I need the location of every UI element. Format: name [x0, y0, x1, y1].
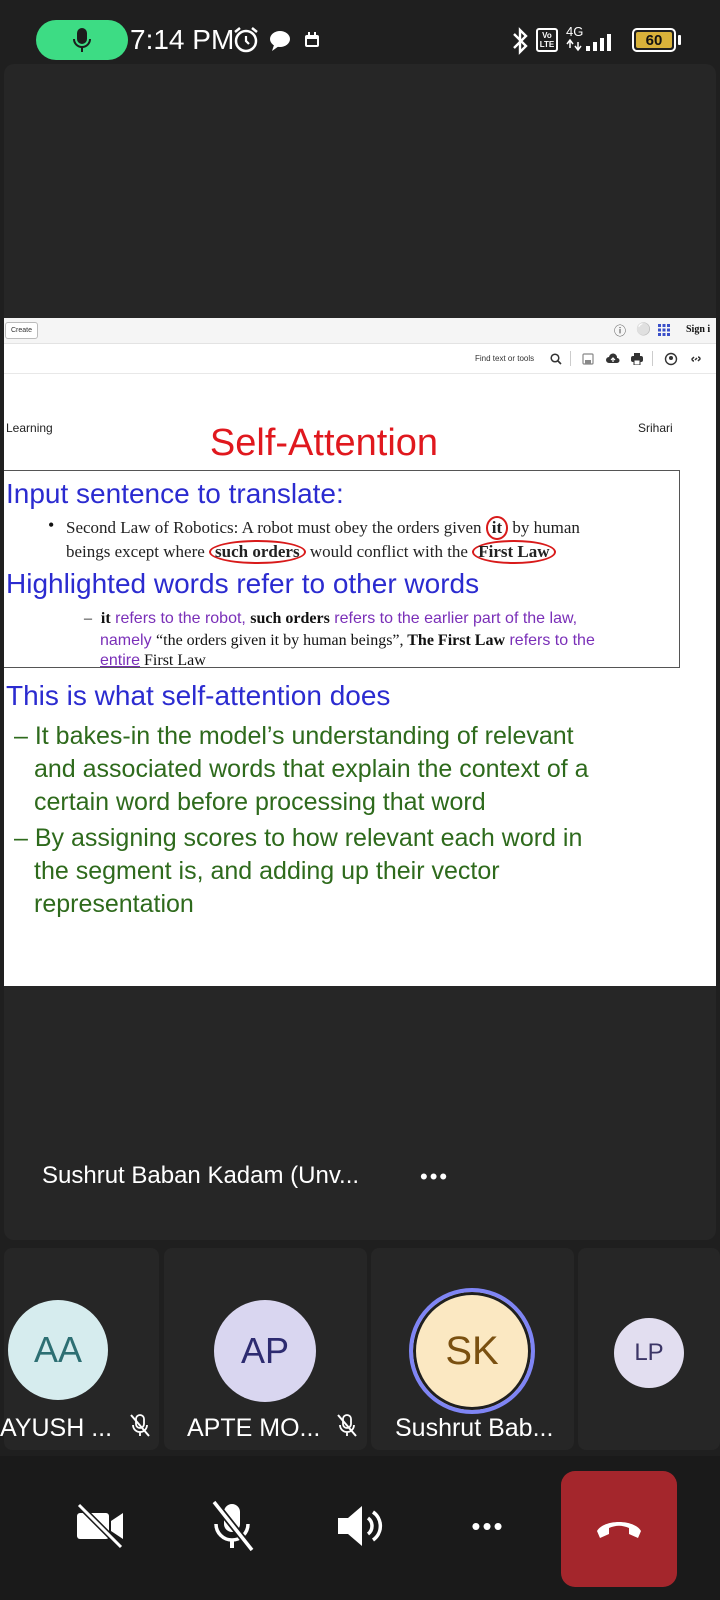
print-icon[interactable] — [630, 353, 644, 365]
toolbar-divider — [570, 351, 571, 366]
sub-line2: namely “the orders given it by human bei… — [100, 632, 595, 649]
presenter-name: Sushrut Baban Kadam (Unv... — [42, 1162, 360, 1189]
status-time: 7:14 PM — [130, 24, 235, 55]
signal-icon — [566, 34, 611, 52]
camera-off-icon — [76, 1502, 124, 1550]
help-icon[interactable]: ⓘ — [614, 322, 626, 339]
pdf-top-toolbar: Create ⓘ ⚪ Sign i — [4, 318, 716, 344]
find-text-input[interactable]: Find text or tools — [475, 354, 534, 363]
explanation-line: certain word before processing that word — [34, 788, 486, 816]
bullet-dot: • — [48, 515, 55, 535]
link-icon[interactable] — [690, 353, 702, 365]
notification-bell-icon[interactable]: ⚪ — [636, 322, 651, 336]
pdf-tools-toolbar: Find text or tools — [4, 344, 716, 374]
participant-name-sk: Sushrut Bab... — [395, 1414, 554, 1442]
save-icon[interactable] — [582, 353, 594, 365]
mic-muted-icon — [130, 1414, 150, 1437]
chat-bubble-icon — [270, 31, 290, 51]
avatar-aa: AA — [8, 1300, 108, 1400]
apps-grid-icon[interactable] — [658, 324, 670, 336]
create-button[interactable]: Create — [5, 322, 39, 339]
shared-pdf-slide[interactable]: Create ⓘ ⚪ Sign i Find text or tools Lea… — [4, 318, 716, 986]
battery-icon: 60 — [632, 28, 676, 52]
mic-icon — [73, 28, 91, 52]
end-call-button[interactable] — [561, 1471, 677, 1587]
mic-muted-icon — [337, 1414, 357, 1437]
presenter-more-button[interactable]: ••• — [420, 1164, 449, 1190]
robotics-law-line1: Second Law of Robotics: A robot must obe… — [66, 516, 580, 540]
toolbar-divider — [652, 351, 653, 366]
avatar-ap: AP — [214, 1300, 316, 1402]
search-icon[interactable] — [550, 353, 562, 365]
battery-level: 60 — [645, 31, 663, 49]
mic-off-icon — [211, 1499, 255, 1553]
sub-line1: – it refers to the robot, such orders re… — [84, 610, 578, 627]
explanation-line: – It bakes-in the model’s understanding … — [14, 722, 574, 750]
ongoing-call-pill[interactable] — [36, 20, 128, 60]
mic-toggle-button[interactable] — [200, 1494, 264, 1558]
robotics-law-line2: beings except where such orders would co… — [66, 540, 556, 564]
alarm-icon — [234, 27, 258, 53]
explanation-line: representation — [34, 890, 194, 918]
explanation-line: – By assigning scores to how relevant ea… — [14, 824, 583, 852]
slide-title: Self-Attention — [209, 422, 439, 464]
camera-toggle-button[interactable] — [70, 1496, 130, 1556]
audio-output-button[interactable] — [330, 1496, 390, 1556]
box-heading-input: Input sentence to translate: — [6, 478, 344, 509]
explanation-line: and associated words that explain the co… — [34, 755, 589, 783]
volte-badge: Vo LTE — [536, 28, 558, 52]
self-attention-heading: This is what self-attention does — [6, 680, 391, 711]
sign-in-link[interactable]: Sign i — [686, 324, 710, 335]
bluetooth-icon — [513, 27, 528, 55]
participant-name-ap: APTE MO... — [187, 1414, 321, 1442]
hang-up-icon — [597, 1522, 641, 1538]
avatar-sk-speaking: SK — [409, 1288, 535, 1414]
screen: 7:14 PM Vo LTE 4G 60 Create ⓘ ⚪ Sign i F… — [0, 0, 720, 1600]
box-heading-highlighted: Highlighted words refer to other words — [6, 568, 480, 599]
avatar-lp: LP — [614, 1318, 684, 1388]
sub-line3: entire First Law — [100, 652, 206, 668]
explanation-line: the segment is, and adding up their vect… — [34, 857, 500, 885]
participant-name-aa: AYUSH ... — [0, 1414, 113, 1442]
speaker-icon — [338, 1506, 383, 1546]
more-options-button[interactable]: ••• — [456, 1500, 520, 1552]
upload-cloud-icon[interactable] — [606, 353, 620, 365]
share-user-icon[interactable] — [664, 352, 678, 366]
calendar-icon — [305, 32, 319, 47]
